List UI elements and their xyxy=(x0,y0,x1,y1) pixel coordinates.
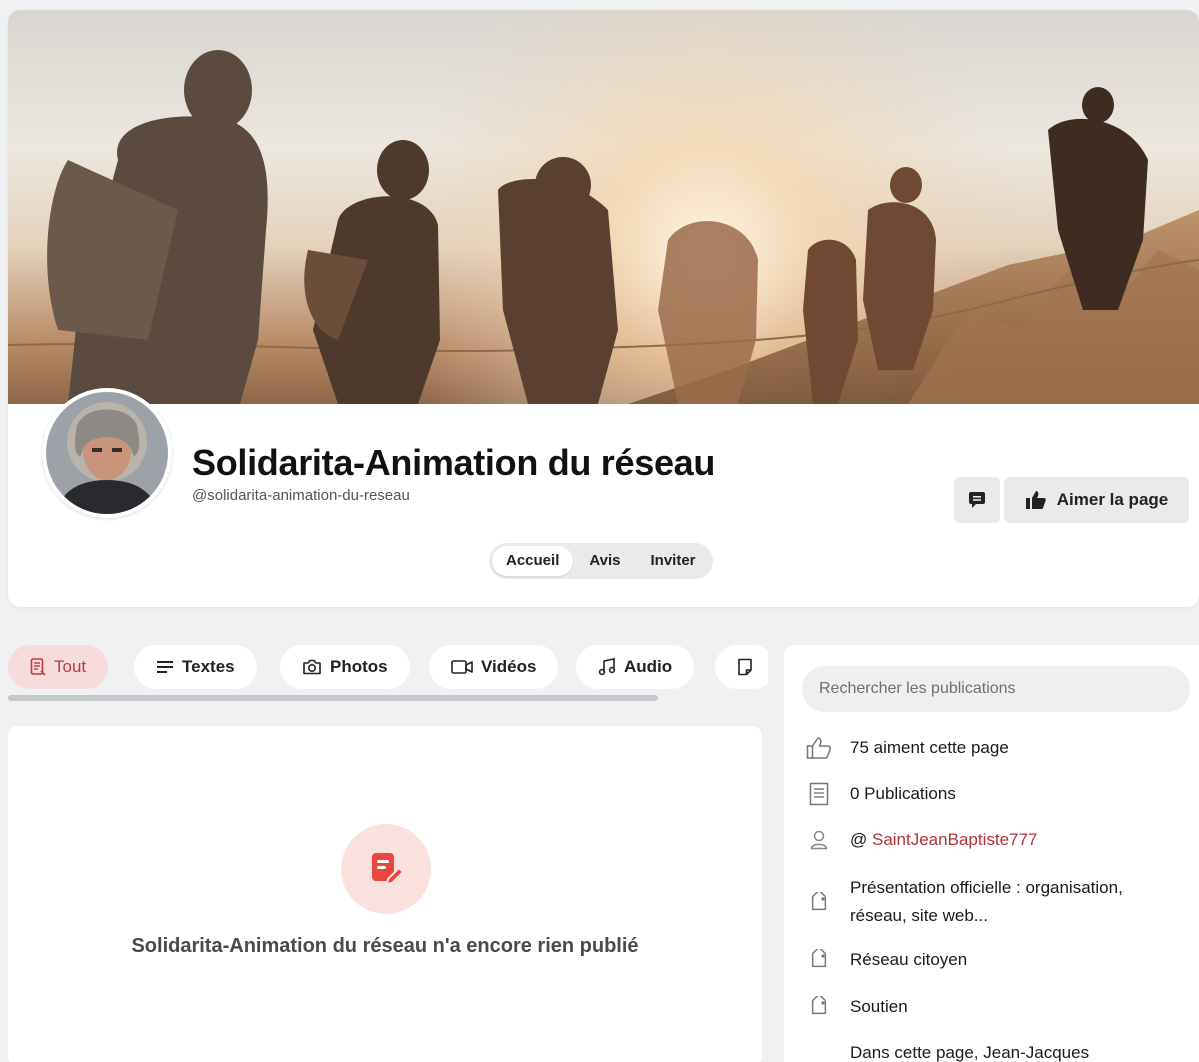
owner-prefix: @ xyxy=(850,830,872,849)
camera-icon xyxy=(303,659,321,675)
user-outline-icon xyxy=(804,827,834,853)
filter-videos-label: Vidéos xyxy=(481,657,537,676)
filter-audio[interactable]: Audio xyxy=(576,645,695,689)
publications-count: 0 Publications xyxy=(850,784,956,803)
tab-inviter[interactable]: Inviter xyxy=(637,546,710,576)
description-row: Dans cette page, Jean-Jacques xyxy=(804,1040,1089,1062)
page-handle: @solidarita-animation-du-reseau xyxy=(192,487,410,504)
filter-notes[interactable] xyxy=(715,645,768,689)
filters-scrollbar[interactable] xyxy=(8,695,658,701)
page-tabs: Accueil Avis Inviter xyxy=(489,543,713,579)
filter-audio-label: Audio xyxy=(624,657,673,676)
filter-videos[interactable]: Vidéos xyxy=(429,645,559,689)
tag-label-1: Réseau citoyen xyxy=(850,950,968,969)
filter-textes-label: Textes xyxy=(182,657,235,676)
like-page-button[interactable]: Aimer la page xyxy=(1004,477,1189,523)
text-lines-icon xyxy=(157,661,173,673)
tab-accueil[interactable]: Accueil xyxy=(492,546,574,576)
cover-photo[interactable] xyxy=(8,10,1199,404)
tab-avis[interactable]: Avis xyxy=(575,546,634,576)
tag-icon xyxy=(804,890,834,916)
category-row: Présentation officielle : organisation, … xyxy=(804,874,1180,930)
message-icon xyxy=(969,492,985,508)
tag-icon xyxy=(804,947,834,973)
document-icon xyxy=(30,658,46,676)
empty-posts-icon xyxy=(341,824,431,914)
video-icon xyxy=(451,660,473,674)
page-description: Dans cette page, Jean-Jacques xyxy=(850,1043,1090,1062)
avatar-portrait xyxy=(46,392,168,514)
empty-feed-message: Solidarita-Animation du réseau n'a encor… xyxy=(131,935,639,957)
tag-label-2: Soutien xyxy=(850,997,908,1016)
filter-tout-label: Tout xyxy=(54,657,87,676)
music-icon xyxy=(598,658,616,676)
filter-tout[interactable]: Tout xyxy=(8,645,109,689)
thumbs-up-outline-icon xyxy=(804,735,834,761)
edit-document-icon xyxy=(372,853,405,886)
search-publications-input[interactable] xyxy=(802,666,1190,712)
feed-empty-state: Solidarita-Animation du réseau n'a encor… xyxy=(8,726,762,1062)
tag-row-1: Réseau citoyen xyxy=(804,947,967,973)
document-outline-icon xyxy=(804,781,834,807)
likes-count: 75 aiment cette page xyxy=(850,738,1009,757)
owner-link[interactable]: SaintJeanBaptiste777 xyxy=(872,830,1037,849)
owner-row: @ SaintJeanBaptiste777 xyxy=(804,827,1037,853)
tag-icon xyxy=(804,994,834,1020)
message-button[interactable] xyxy=(954,477,1000,523)
publication-filters: Tout Textes Photos Vidéos Audio xyxy=(8,645,768,691)
filter-photos-label: Photos xyxy=(330,657,388,676)
tag-row-2: Soutien xyxy=(804,994,908,1020)
page-info-panel: 75 aiment cette page 0 Publications @ Sa… xyxy=(784,645,1199,1062)
page-header-card: Solidarita-Animation du réseau @solidari… xyxy=(8,10,1199,607)
filter-textes[interactable]: Textes xyxy=(134,645,257,689)
filter-photos[interactable]: Photos xyxy=(280,645,410,689)
note-icon xyxy=(738,658,752,676)
like-page-label: Aimer la page xyxy=(1056,490,1169,509)
page-category: Présentation officielle : organisation, … xyxy=(850,878,1123,925)
likes-row: 75 aiment cette page xyxy=(804,735,1009,761)
page-avatar[interactable] xyxy=(42,388,172,518)
thumbs-up-icon xyxy=(1025,491,1046,509)
cover-hikers-illustration xyxy=(8,10,1199,404)
page-title: Solidarita-Animation du réseau xyxy=(192,442,716,483)
publications-row: 0 Publications xyxy=(804,781,956,807)
